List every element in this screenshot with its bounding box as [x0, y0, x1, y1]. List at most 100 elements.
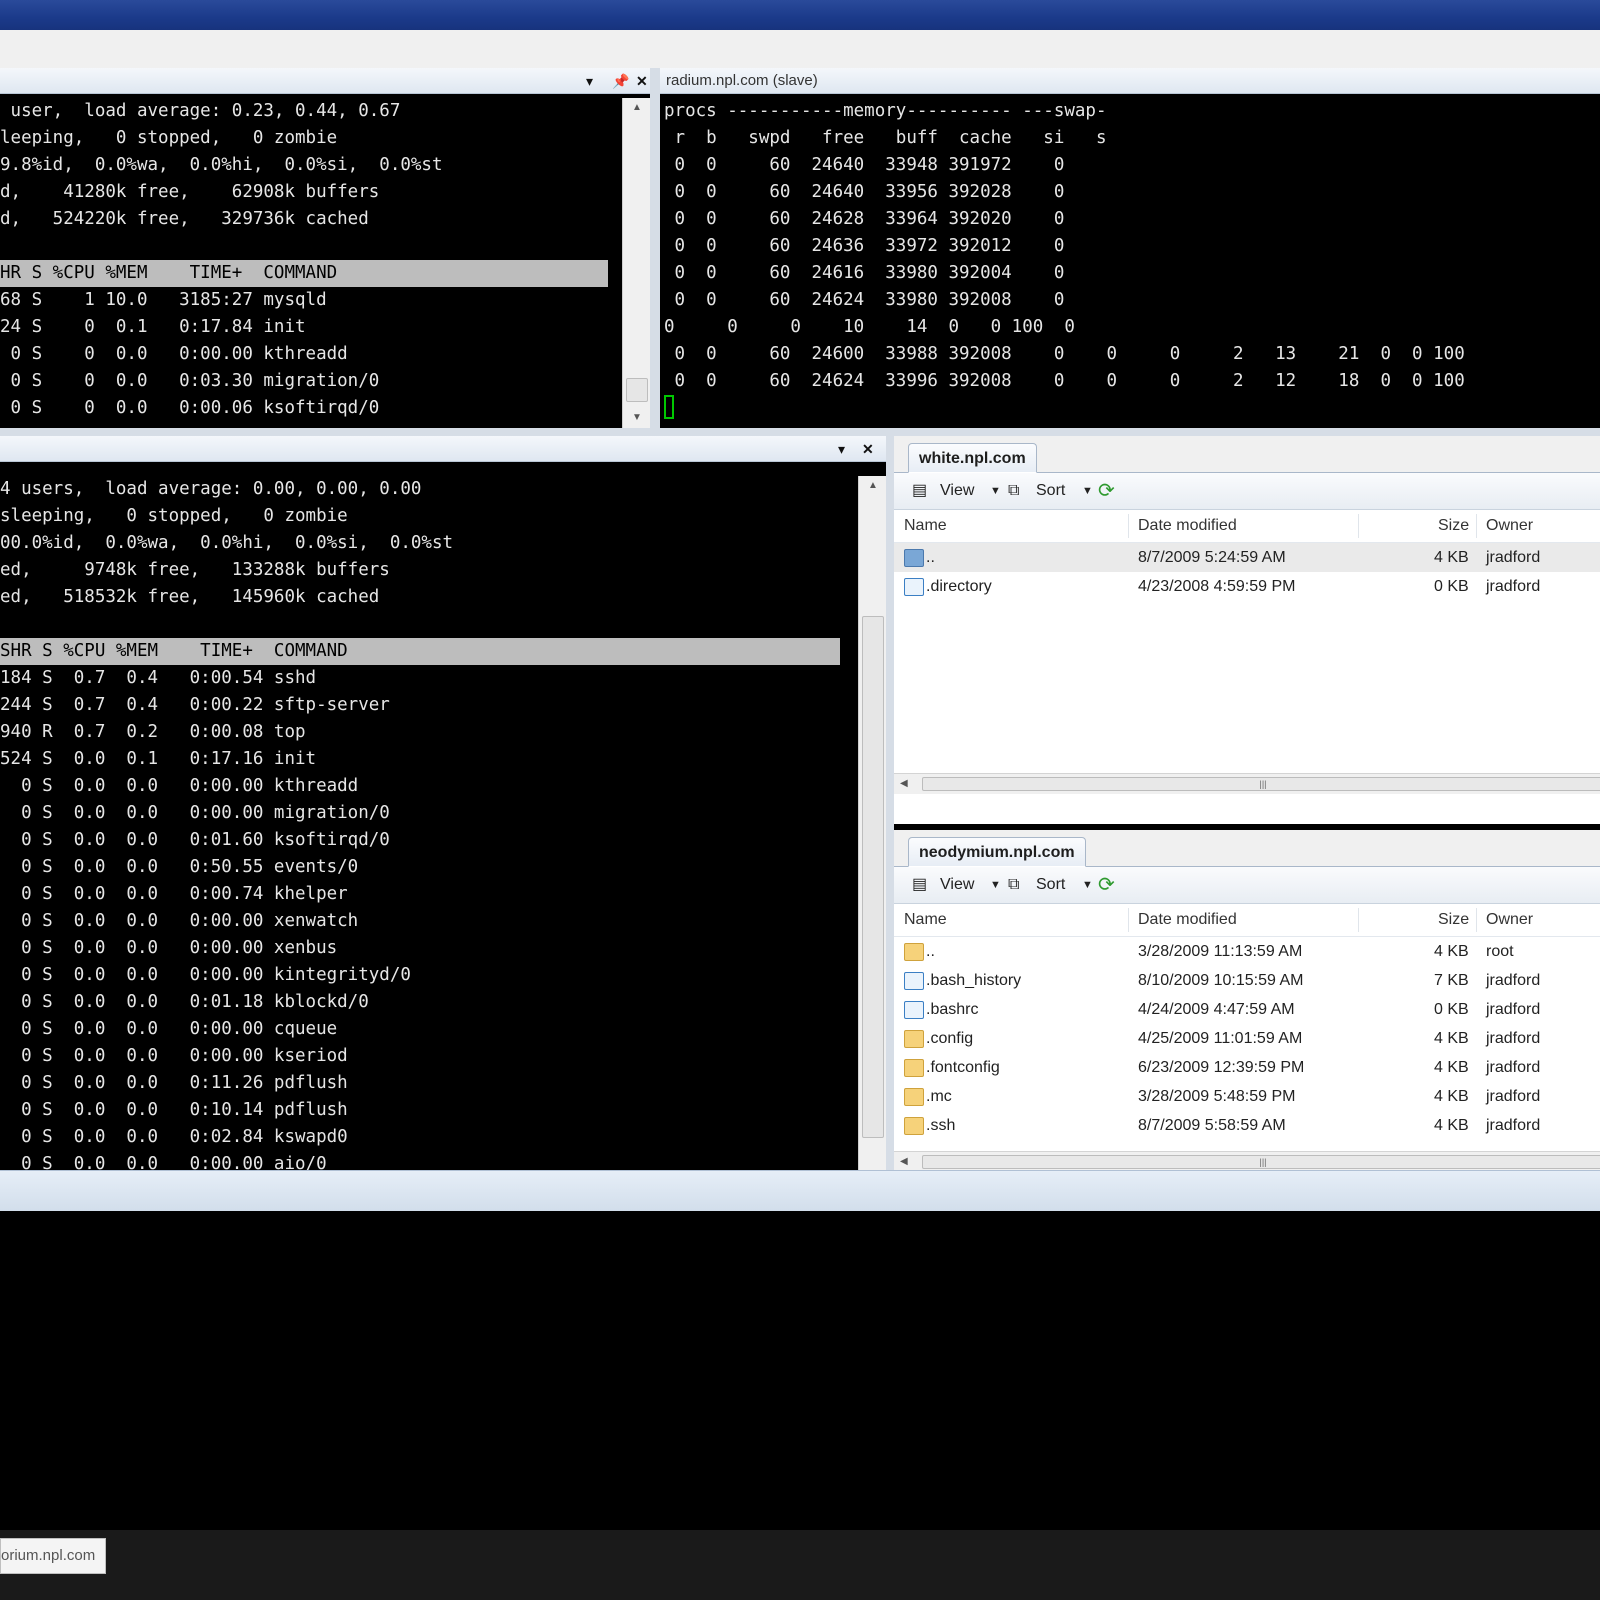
file-date: 8/7/2009 5:24:59 AM — [1138, 549, 1286, 566]
file-row[interactable]: .directory 4/23/2008 4:59:59 PM 0 KB jradfo… — [894, 572, 1600, 601]
file-name: .fontconfig — [926, 1059, 1000, 1076]
terminal-line: 0 S 0.0 0.0 0:00.00 migration/0 — [0, 803, 390, 823]
refresh-icon[interactable]: ⟳ — [1098, 867, 1115, 903]
file-row[interactable]: .bashrc 4/24/2009 4:47:59 AM 0 KB jradford — [894, 995, 1600, 1024]
horizontal-splitter[interactable] — [0, 428, 1600, 436]
view-icon[interactable]: ▤ — [912, 867, 927, 903]
file-name: .mc — [926, 1088, 952, 1105]
scroll-left-arrow-icon[interactable]: ◀ — [900, 1152, 908, 1172]
top-right-pane-header: radium.npl.com (slave) — [660, 68, 1600, 94]
scroll-up-arrow-icon[interactable]: ▲ — [859, 476, 887, 496]
scroll-left-arrow-icon[interactable]: ◀ — [900, 774, 908, 794]
terminal-line: 0 S 0 0.0 0:00.06 ksoftirqd/0 — [0, 398, 380, 418]
file-row[interactable]: .fontconfig 6/23/2009 12:39:59 PM 4 KB jrad… — [894, 1053, 1600, 1082]
file-owner: jradford — [1486, 1030, 1541, 1047]
view-dropdown-icon[interactable]: ▼ — [990, 473, 1001, 509]
file-size: 4 KB — [1434, 1117, 1469, 1134]
size-column-header[interactable]: Size — [1438, 510, 1469, 542]
scroll-thumb[interactable] — [626, 378, 648, 402]
horizontal-scrollbar[interactable]: ◀ ||| — [894, 1151, 1600, 1172]
sort-icon[interactable]: ⧉ — [1008, 867, 1019, 903]
pin-icon[interactable]: 📌 — [612, 68, 629, 94]
sort-button[interactable]: Sort — [1036, 473, 1065, 509]
date-column-header[interactable]: Date modified — [1138, 904, 1237, 936]
view-icon[interactable]: ▤ — [912, 473, 927, 509]
close-icon[interactable]: ✕ — [636, 68, 648, 94]
file-owner: jradford — [1486, 1001, 1541, 1018]
scroll-thumb[interactable]: ||| — [922, 1155, 1600, 1169]
sort-dropdown-icon[interactable]: ▼ — [1082, 867, 1093, 903]
file-name: .config — [926, 1030, 974, 1047]
terminal-line: 524 S 0.0 0.1 0:17.16 init — [0, 749, 317, 769]
terminal-line: 0 S 0.0 0.0 0:00.00 xenwatch — [0, 911, 359, 931]
sort-dropdown-icon[interactable]: ▼ — [1082, 473, 1093, 509]
file-row[interactable]: .config 4/25/2009 11:01:59 AM 4 KB jradford — [894, 1024, 1600, 1053]
folder-icon — [904, 1117, 924, 1135]
document-icon — [904, 578, 924, 596]
file-owner: jradford — [1486, 549, 1541, 566]
view-button[interactable]: View — [940, 473, 974, 509]
file-owner: jradford — [1486, 578, 1541, 595]
terminal-line: 68 S 1 10.0 3185:27 mysqld — [0, 290, 327, 310]
size-column-header[interactable]: Size — [1438, 904, 1469, 936]
terminal-line: SHR S %CPU %MEM TIME+ COMMAND — [0, 638, 840, 665]
file-row[interactable]: .ssh 8/7/2009 5:58:59 AM 4 KB jradford — [894, 1111, 1600, 1140]
terminal-line: 0 0 60 24640 33948 391972 0 — [664, 155, 1065, 175]
terminal-line: 0 S 0 0.0 0:03.30 migration/0 — [0, 371, 380, 391]
name-column-header[interactable]: Name — [904, 510, 947, 542]
view-button[interactable]: View — [940, 867, 974, 903]
scroll-thumb[interactable]: ||| — [922, 777, 1600, 791]
bottom-session-tab[interactable]: orium.npl.com — [0, 1538, 107, 1574]
vertical-splitter[interactable] — [650, 68, 660, 430]
terminal-line: 0 S 0.0 0.0 0:50.55 events/0 — [0, 857, 359, 877]
vertical-splitter-2[interactable] — [886, 436, 894, 1170]
bottom-left-pane-header: ▾ ✕ — [0, 436, 888, 462]
file-name: .ssh — [926, 1117, 956, 1134]
tab-white[interactable]: white.npl.com — [908, 443, 1037, 473]
sort-icon[interactable]: ⧉ — [1008, 473, 1019, 509]
terminal-line: 4 users, load average: 0.00, 0.00, 0.00 — [0, 479, 422, 499]
horizontal-scrollbar[interactable]: ◀ ||| — [894, 773, 1600, 794]
terminal-line: 0 S 0.0 0.0 0:00.00 xenbus — [0, 938, 338, 958]
terminal-line: 0 S 0.0 0.0 0:01.18 kblockd/0 — [0, 992, 369, 1012]
refresh-icon[interactable]: ⟳ — [1098, 473, 1115, 509]
owner-column-header[interactable]: Owner — [1486, 904, 1533, 936]
close-icon[interactable]: ✕ — [862, 436, 874, 462]
bottom-left-terminal-scrollbar[interactable]: ▲ — [858, 476, 887, 1170]
sort-button[interactable]: Sort — [1036, 867, 1065, 903]
neodymium-file-pane: neodymium.npl.com ▤ View ▼ ⧉ Sort ▼ ⟳ Na… — [894, 830, 1600, 1172]
file-date: 8/10/2009 10:15:59 AM — [1138, 972, 1304, 989]
top-right-terminal[interactable]: procs -----------memory---------- ---swa… — [660, 98, 1600, 428]
terminal-line: 940 R 0.7 0.2 0:00.08 top — [0, 722, 306, 742]
pane-title: radium.npl.com (slave) — [666, 72, 818, 89]
file-row[interactable]: .. 8/7/2009 5:24:59 AM 4 KB jradford — [894, 543, 1600, 572]
scroll-thumb[interactable] — [862, 616, 884, 1138]
scroll-up-arrow-icon[interactable]: ▲ — [623, 98, 651, 118]
column-header-row: Name Date modified Size Owner — [894, 510, 1600, 543]
folder-icon — [904, 1030, 924, 1048]
file-row[interactable]: .. 3/28/2009 11:13:59 AM 4 KB root — [894, 937, 1600, 966]
terminal-line: leeping, 0 stopped, 0 zombie — [0, 128, 338, 148]
folder-icon — [904, 943, 924, 961]
file-row[interactable]: .mc 3/28/2009 5:48:59 PM 4 KB jradford — [894, 1082, 1600, 1111]
scroll-down-arrow-icon[interactable]: ▼ — [623, 408, 651, 428]
owner-column-header[interactable]: Owner — [1486, 510, 1533, 542]
terminal-line: 0 S 0.0 0.0 0:00.00 cqueue — [0, 1019, 338, 1039]
top-left-terminal-scrollbar[interactable]: ▲ ▼ — [622, 98, 651, 428]
tab-neodymium[interactable]: neodymium.npl.com — [908, 837, 1086, 867]
terminal-line: 0 S 0.0 0.0 0:10.14 pdflush — [0, 1100, 348, 1120]
terminal-line: sleeping, 0 stopped, 0 zombie — [0, 506, 348, 526]
view-dropdown-icon[interactable]: ▼ — [990, 867, 1001, 903]
pane-menu-dropdown-icon[interactable]: ▾ — [838, 436, 845, 462]
terminal-line: procs -----------memory---------- ---swa… — [664, 101, 1107, 121]
date-column-header[interactable]: Date modified — [1138, 510, 1237, 542]
top-left-terminal[interactable]: user, load average: 0.23, 0.44, 0.67 leep… — [0, 98, 622, 428]
pane-menu-dropdown-icon[interactable]: ▾ — [586, 68, 593, 94]
name-column-header[interactable]: Name — [904, 904, 947, 936]
terminal-line: 0 S 0.0 0.0 0:02.84 kswapd0 — [0, 1127, 348, 1147]
file-date: 3/28/2009 5:48:59 PM — [1138, 1088, 1296, 1105]
file-size: 4 KB — [1434, 1059, 1469, 1076]
bottom-left-terminal[interactable]: 4 users, load average: 0.00, 0.00, 0.00 s… — [0, 476, 858, 1170]
file-row[interactable]: .bash_history 8/10/2009 10:15:59 AM 7 KB jr… — [894, 966, 1600, 995]
